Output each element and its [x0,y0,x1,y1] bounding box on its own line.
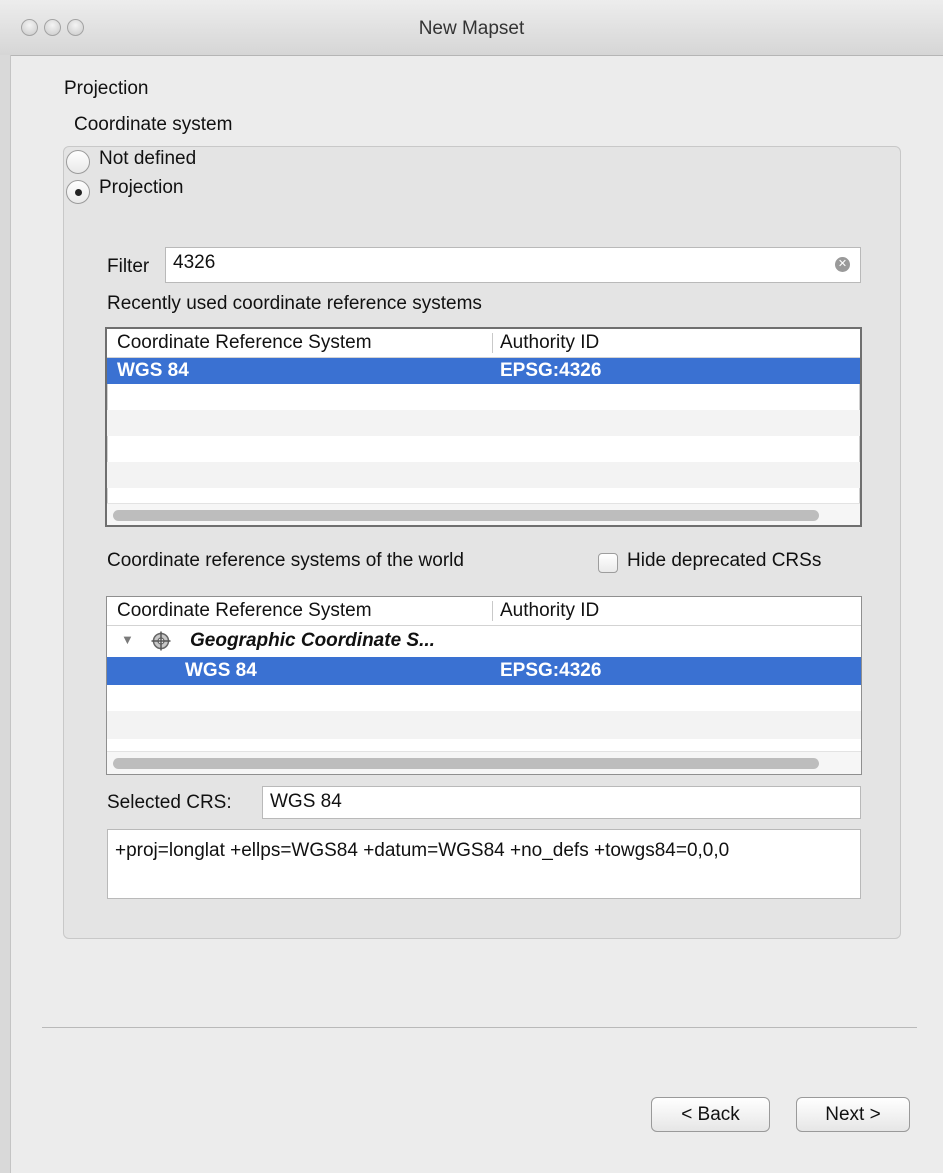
recent-crs-table[interactable]: Coordinate Reference System Authority ID… [105,327,862,527]
radio-not-defined[interactable] [66,150,90,174]
table-row[interactable]: WGS 84 EPSG:4326 [107,358,860,384]
new-mapset-window: New Mapset Projection Coordinate system … [0,0,943,1173]
recent-horizontal-scrollbar[interactable] [107,503,860,525]
globe-crosshair-icon [151,631,171,651]
empty-row [107,711,861,739]
recent-table-header: Coordinate Reference System Authority ID [107,329,860,358]
crs-group-label: Geographic Coordinate S... [190,630,435,651]
radio-selected-dot [75,189,82,196]
window-title: New Mapset [418,18,525,39]
filter-input-value: 4326 [173,252,216,273]
radio-not-defined-label[interactable]: Not defined [99,148,196,170]
row-crs-name: WGS 84 [185,660,257,681]
footer-divider [42,1027,917,1028]
selected-crs-label: Selected CRS: [107,792,232,813]
selected-crs-field[interactable]: WGS 84 [262,786,861,819]
empty-row [107,436,860,462]
column-separator [492,333,493,353]
selected-crs-value: WGS 84 [270,791,342,812]
empty-row [107,410,860,436]
disclosure-triangle-icon[interactable]: ▼ [121,632,134,647]
world-crs-title: Coordinate reference systems of the worl… [107,550,464,571]
world-horizontal-scrollbar[interactable] [107,751,861,774]
clear-filter-icon[interactable]: ✕ [835,257,850,272]
scrollbar-thumb[interactable] [113,758,819,769]
radio-projection-label[interactable]: Projection [99,177,184,199]
back-button[interactable]: < Back [651,1097,770,1132]
proj-string-value: +proj=longlat +ellps=WGS84 +datum=WGS84 … [115,840,730,861]
empty-row [107,462,860,488]
world-table-header: Coordinate Reference System Authority ID [107,597,861,626]
tree-group-row[interactable]: ▼ Geographic Coordinate S... [107,628,861,654]
hide-deprecated-checkbox[interactable] [598,553,618,573]
window-left-edge [0,55,11,1173]
empty-row [107,384,860,410]
recent-col-crs[interactable]: Coordinate Reference System [117,332,372,354]
title-bar: New Mapset [0,0,943,56]
page-title: Projection [64,78,149,99]
empty-row [107,685,861,711]
radio-projection[interactable] [66,180,90,204]
row-authority-id: EPSG:4326 [500,660,602,681]
hide-deprecated-label[interactable]: Hide deprecated CRSs [627,550,821,572]
world-col-crs[interactable]: Coordinate Reference System [117,600,372,622]
world-crs-table[interactable]: Coordinate Reference System Authority ID… [106,596,862,775]
recent-col-authority[interactable]: Authority ID [500,332,599,354]
filter-input[interactable]: 4326 [165,247,861,283]
table-row[interactable]: WGS 84 EPSG:4326 [107,657,861,685]
scrollbar-thumb[interactable] [113,510,819,521]
column-separator [492,601,493,621]
world-col-authority[interactable]: Authority ID [500,600,599,622]
filter-label: Filter [107,256,150,277]
next-button[interactable]: Next > [796,1097,910,1132]
row-authority-id: EPSG:4326 [500,360,602,381]
proj-string-field[interactable]: +proj=longlat +ellps=WGS84 +datum=WGS84 … [107,829,861,899]
row-crs-name: WGS 84 [117,360,189,381]
recent-crs-title: Recently used coordinate reference syste… [107,293,482,314]
coordinate-system-label: Coordinate system [74,114,233,135]
